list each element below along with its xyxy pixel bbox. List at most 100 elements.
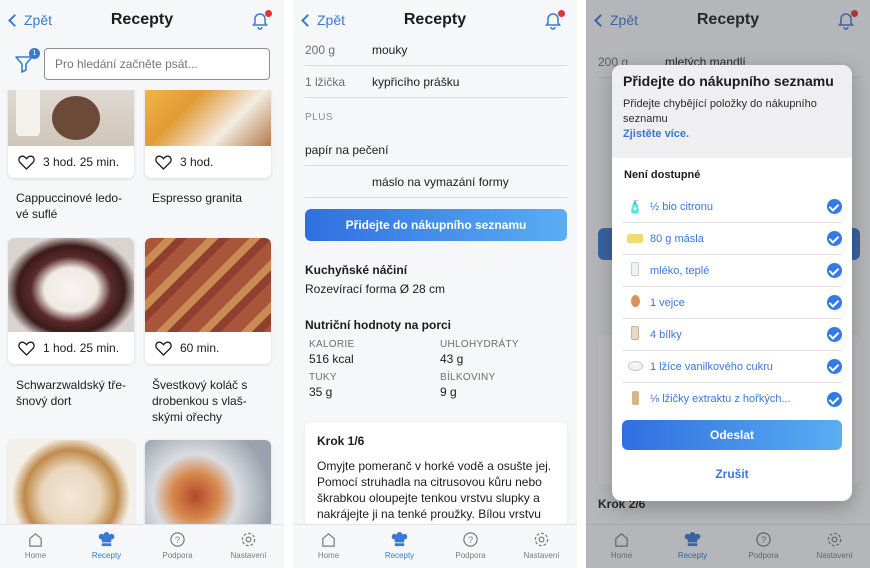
nutrition-label: TUKY	[309, 372, 337, 383]
svg-text:?: ?	[468, 535, 473, 546]
heart-icon[interactable]	[18, 155, 35, 170]
shopping-item[interactable]: mléko, teplé	[622, 255, 842, 287]
shopping-list-modal-screen: Zpět Recepty 200 g mletých mandlí Krok 2…	[586, 0, 870, 568]
recipe-card[interactable]	[8, 440, 134, 524]
gear-icon	[241, 532, 256, 547]
recipe-grid: 3 hod. 25 min. 3 hod. Cappuccinové ledo-…	[0, 90, 284, 524]
ingredient-amount: 200 g	[305, 42, 336, 57]
shopping-item[interactable]: 4 bílky	[622, 319, 842, 351]
tab-home[interactable]: Home	[293, 525, 364, 568]
cancel-button[interactable]: Zrušit	[612, 467, 852, 481]
nutrition-label: BÍLKOVINY	[440, 372, 496, 383]
nutrition-value: 35 g	[309, 385, 333, 399]
ingredient-row: 200 g mouky	[305, 42, 567, 66]
bell-icon[interactable]	[250, 10, 272, 31]
shopping-item[interactable]: ⅛ lžičky extraktu z hořkých...	[622, 383, 842, 415]
tab-label: Podpora	[162, 551, 193, 560]
extract-icon	[622, 390, 648, 408]
add-to-shopping-list-button[interactable]: Přidejte do nákupního seznamu	[305, 209, 567, 241]
shopping-item[interactable]: 1 lžíce vanilkového cukru	[622, 351, 842, 383]
recipe-meta: 3 hod. 25 min.	[8, 146, 134, 178]
help-icon: ?	[170, 532, 185, 547]
recipe-card[interactable]: 3 hod.	[145, 90, 271, 178]
tab-label: Nastavení	[230, 551, 267, 560]
step-text: Omyjte pomeranč v horké vodě a osušte je…	[317, 459, 552, 524]
shopping-item-label: ½ bio citronu	[650, 200, 713, 213]
filter-icon[interactable]: 1	[14, 48, 40, 74]
tab-recepty[interactable]: Recepty	[364, 525, 435, 568]
nav-bar: Zpět Recepty	[0, 0, 284, 42]
heart-icon[interactable]	[155, 155, 172, 170]
recipe-image	[8, 440, 134, 524]
ingredient-name: papír na pečení	[305, 142, 389, 157]
nutrition-value: 43 g	[440, 352, 464, 366]
ingredient-row: papír na pečení	[305, 134, 567, 166]
milk-icon	[622, 262, 648, 279]
home-icon	[29, 533, 42, 547]
tab-bar: Home Recepty ? Podpora Nastavení	[0, 524, 284, 568]
recipe-card[interactable]: 3 hod. 25 min.	[8, 90, 134, 178]
recipe-time: 60 min.	[180, 341, 220, 355]
recipe-title[interactable]: Schwarzwaldský tře- šnový dort	[16, 377, 141, 409]
recipe-meta: 1 hod. 25 min.	[8, 332, 134, 364]
equipment-heading: Kuchyňské náčiní	[305, 263, 408, 277]
unavailable-heading: Není dostupné	[624, 169, 701, 181]
checkbox-checked-icon[interactable]	[827, 199, 842, 214]
tab-label: Recepty	[384, 551, 415, 560]
recipe-time: 3 hod.	[180, 155, 214, 169]
shopping-item-label: 4 bílky	[650, 328, 682, 341]
checkbox-checked-icon[interactable]	[827, 263, 842, 278]
checkbox-checked-icon[interactable]	[827, 391, 842, 407]
recipe-time: 1 hod. 25 min.	[43, 341, 120, 355]
bell-icon[interactable]	[543, 10, 565, 31]
shopping-item[interactable]: 🧴 ½ bio citronu	[622, 191, 842, 223]
checkbox-checked-icon[interactable]	[827, 231, 842, 246]
send-button[interactable]: Odeslat	[622, 420, 842, 450]
recipe-content: 200 g mouky 1 lžička kypřicího prášku PL…	[293, 42, 577, 524]
recipe-title[interactable]: Cappuccinové ledo- vé suflé	[16, 190, 141, 222]
tab-podpora[interactable]: ? Podpora	[435, 525, 506, 568]
recipe-card[interactable]	[145, 440, 271, 524]
tab-recepty[interactable]: Recepty	[71, 525, 142, 568]
egg-icon	[622, 295, 648, 310]
nutrition-label: KALORIE	[309, 339, 355, 350]
svg-text:?: ?	[175, 535, 180, 546]
recipe-meta: 60 min.	[145, 332, 271, 364]
shopping-item[interactable]: 1 vejce	[622, 287, 842, 319]
help-icon: ?	[463, 532, 478, 547]
tab-podpora[interactable]: ? Podpora	[142, 525, 213, 568]
learn-more-link[interactable]: Zjistěte více.	[623, 128, 841, 140]
tab-label: Podpora	[455, 551, 486, 560]
checkbox-checked-icon[interactable]	[827, 327, 842, 342]
heart-icon[interactable]	[155, 341, 172, 356]
lemon-icon: 🧴	[627, 199, 643, 214]
shopping-item[interactable]: 80 g másla	[622, 223, 842, 255]
recipe-title[interactable]: Švestkový koláč s drobenkou s vlaš- ským…	[152, 377, 277, 425]
recipe-image	[8, 90, 134, 146]
checkbox-checked-icon[interactable]	[827, 295, 842, 310]
tab-bar: Home Recepty ? Podpora Nastavení	[293, 524, 577, 568]
home-icon	[322, 533, 335, 547]
recipe-card[interactable]: 60 min.	[145, 238, 271, 364]
tab-nastaveni[interactable]: Nastavení	[213, 525, 284, 568]
ingredient-row: máslo na vymazání formy	[305, 166, 567, 198]
search-input[interactable]	[44, 48, 270, 80]
recipes-list-screen: Zpět Recepty 1 3 hod. 25 min.	[0, 0, 284, 568]
nav-bar: Zpět Recepty	[293, 0, 577, 42]
recipe-time: 3 hod. 25 min.	[43, 155, 120, 169]
tab-home[interactable]: Home	[0, 525, 71, 568]
recipe-card[interactable]: 1 hod. 25 min.	[8, 238, 134, 364]
ingredient-amount: 1 lžička	[305, 74, 346, 89]
checkbox-checked-icon[interactable]	[827, 359, 842, 374]
shopping-item-label: 1 vejce	[650, 296, 685, 309]
nutrition-label: UHLOHYDRÁTY	[440, 339, 519, 350]
heart-icon[interactable]	[18, 341, 35, 356]
search-row: 1	[14, 48, 270, 80]
nutrition-heading: Nutriční hodnoty na porci	[305, 318, 451, 332]
shopping-item-label: mléko, teplé	[650, 264, 710, 277]
tab-nastaveni[interactable]: Nastavení	[506, 525, 577, 568]
tab-label: Recepty	[91, 551, 122, 560]
modal-description: Přidejte chybějící položky do nákupního …	[623, 98, 817, 125]
recipe-title[interactable]: Espresso granita	[152, 190, 277, 206]
modal-title: Přidejte do nákupního seznamu	[623, 73, 834, 89]
